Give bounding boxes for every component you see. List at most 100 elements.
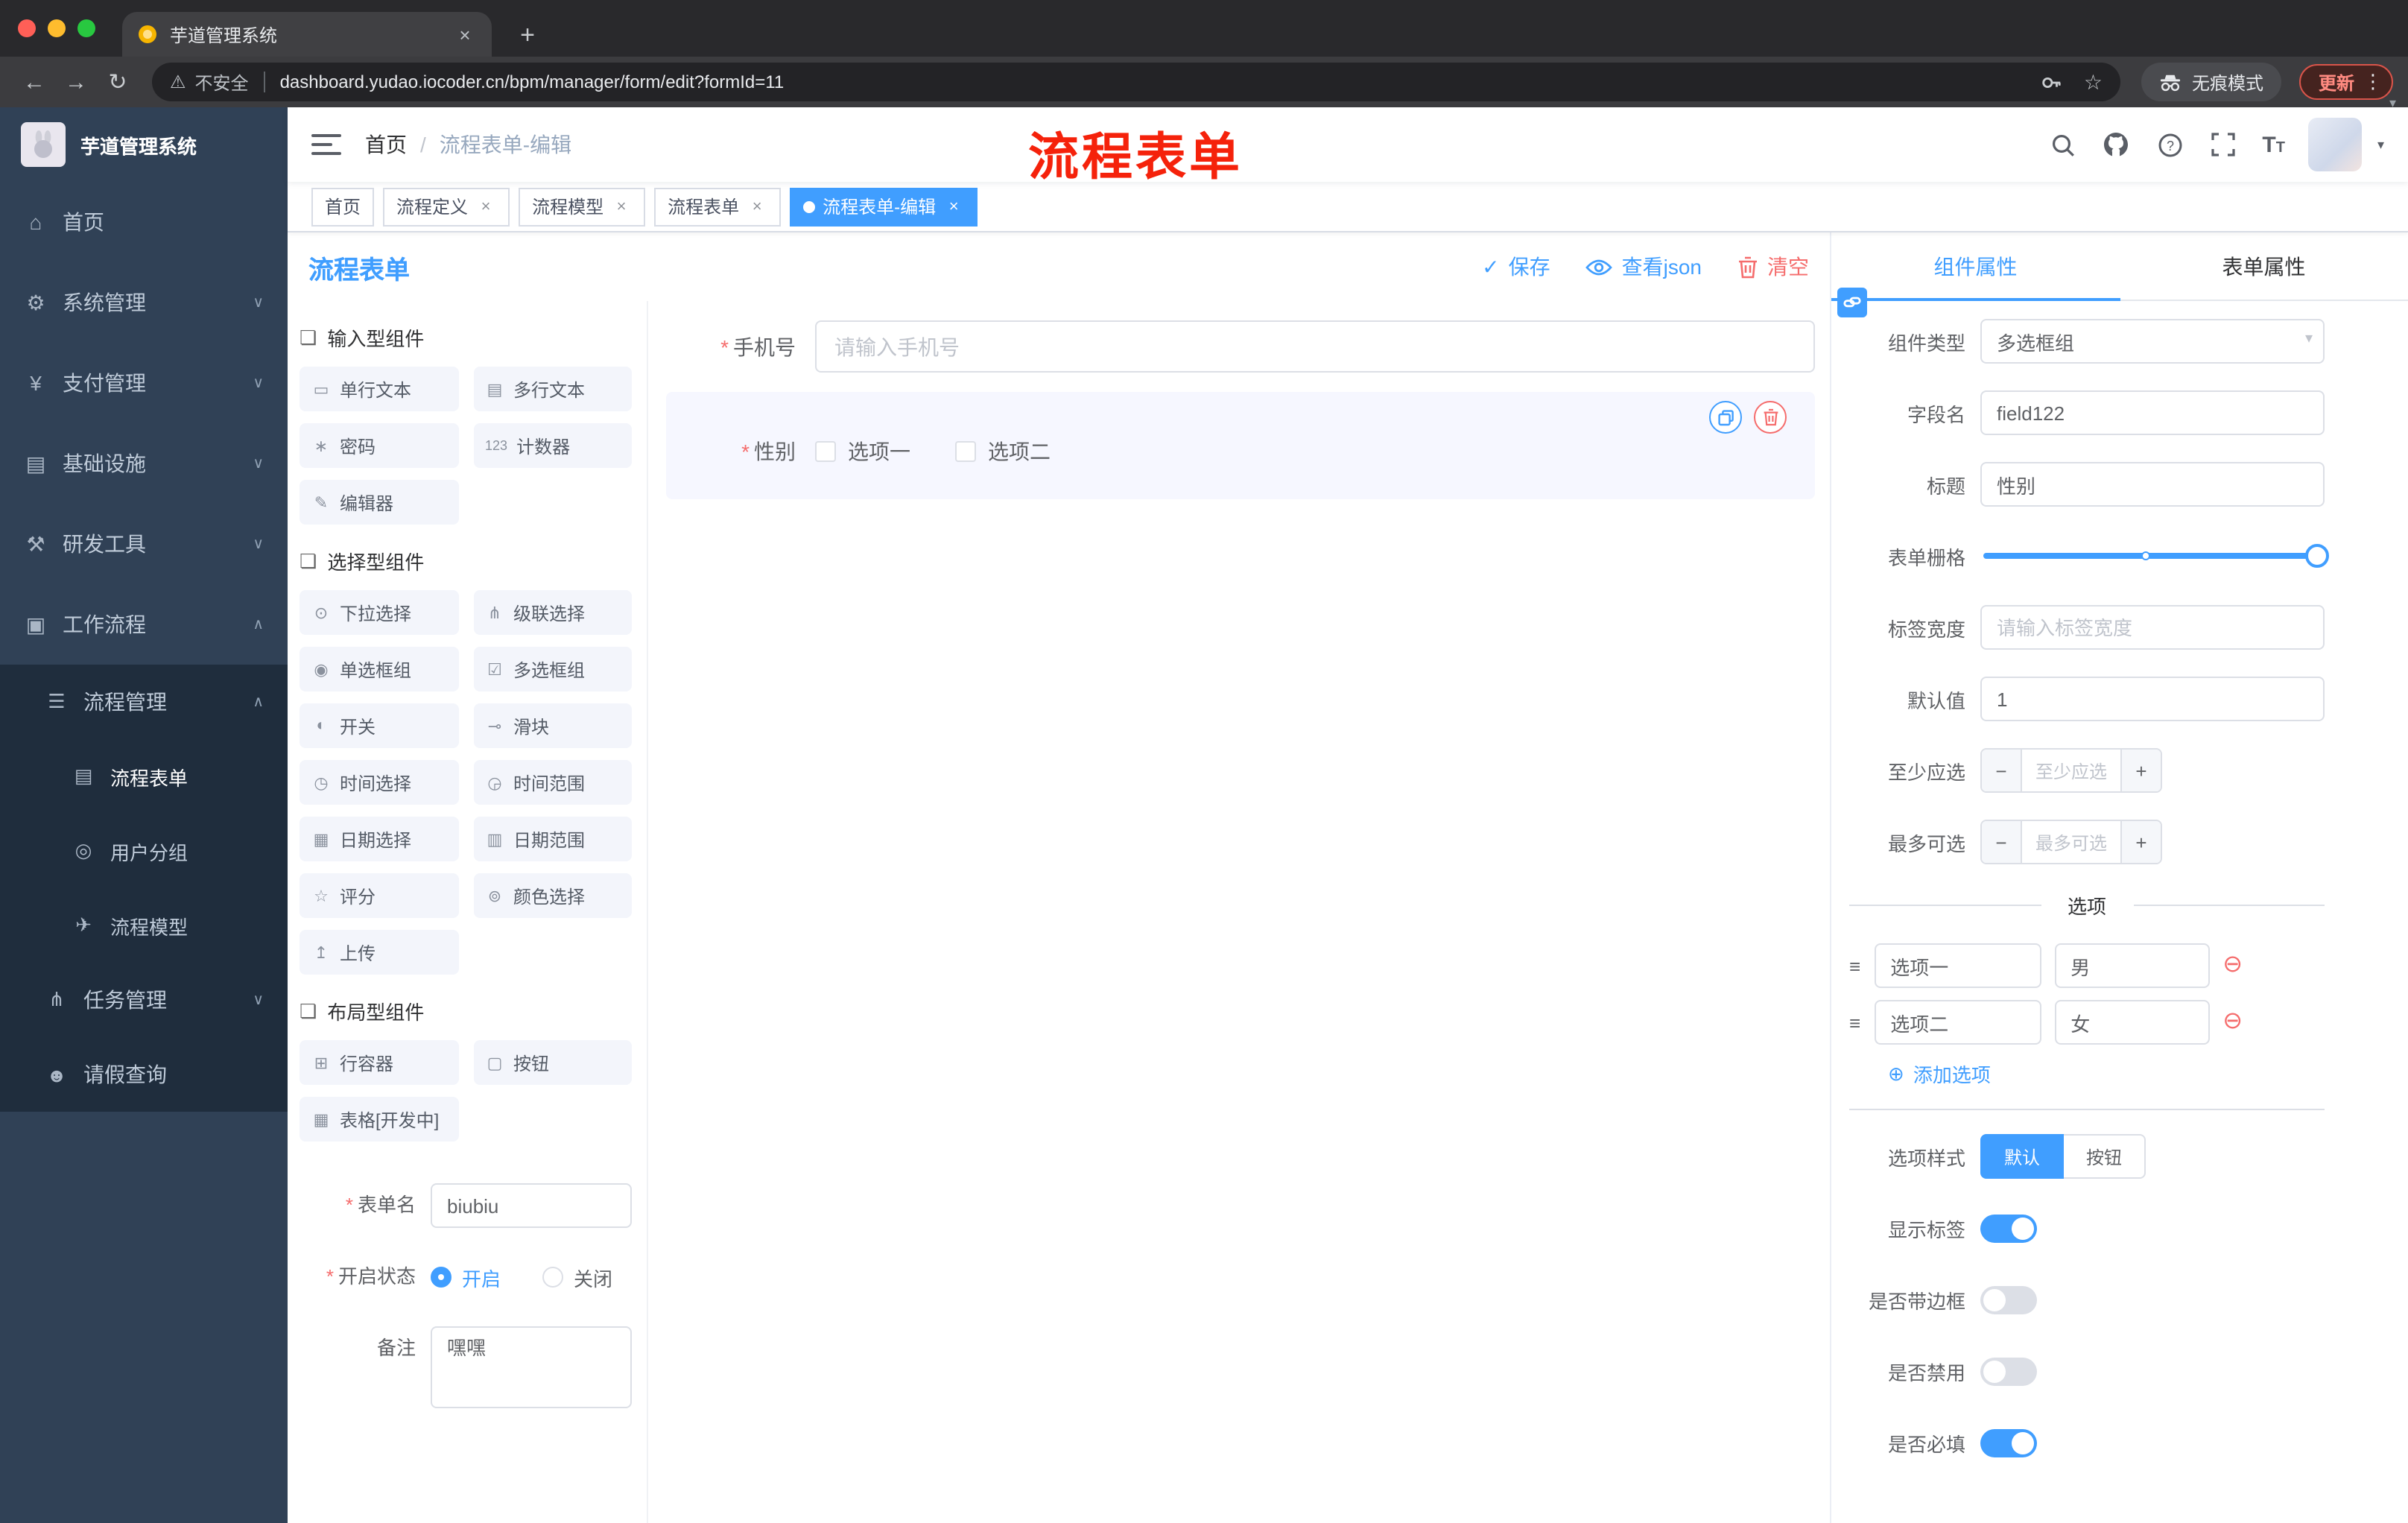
sidebar-item-task-manage[interactable]: ⋔ 任务管理 ∨ <box>0 963 288 1037</box>
back-button[interactable]: ← <box>15 63 54 101</box>
form-name-input[interactable] <box>431 1183 632 1228</box>
palette-item-single-text[interactable]: ▭ 单行文本 <box>300 367 458 411</box>
form-canvas[interactable]: *手机号 *性别 <box>648 301 1830 1523</box>
form-remark-textarea[interactable]: 嘿嘿 <box>431 1326 632 1408</box>
sidebar-item-process-model[interactable]: ✈ 流程模型 <box>0 888 288 963</box>
palette-item-date-range[interactable]: ▥ 日期范围 <box>473 817 632 861</box>
max-select-placeholder[interactable]: 最多可选 <box>2022 821 2120 863</box>
tag-close-icon[interactable]: × <box>475 196 496 217</box>
tab-component-props[interactable]: 组件属性 <box>1831 232 2120 301</box>
palette-item-time-range[interactable]: ◶ 时间范围 <box>473 760 632 805</box>
stepper-minus-button[interactable]: − <box>1982 821 2022 863</box>
phone-input[interactable] <box>815 320 1815 373</box>
minimize-window-button[interactable] <box>48 19 66 37</box>
slider-handle[interactable] <box>2305 544 2329 568</box>
tab-close-icon[interactable]: × <box>453 23 477 45</box>
palette-item-button[interactable]: ▢ 按钮 <box>473 1040 632 1085</box>
sidebar-item-leave-query[interactable]: ☻ 请假查询 <box>0 1037 288 1112</box>
sidebar-item-infra[interactable]: ▤ 基础设施 ∨ <box>0 423 288 504</box>
browser-menu-icon[interactable]: ⋮ <box>2363 70 2383 94</box>
toolbar-caret-icon[interactable]: ▾ <box>2389 95 2396 112</box>
tag-process-definition[interactable]: 流程定义 × <box>383 187 510 226</box>
sidebar-item-process-manage[interactable]: ☰ 流程管理 ∧ <box>0 665 288 739</box>
bookmark-star-icon[interactable]: ☆ <box>2084 69 2103 95</box>
forward-button[interactable]: → <box>57 63 95 101</box>
tag-process-model[interactable]: 流程模型 × <box>519 187 646 226</box>
palette-item-table[interactable]: ▦ 表格[开发中] <box>300 1097 458 1142</box>
phone-field[interactable]: * 手机号 <box>666 320 1815 373</box>
sidebar-item-home[interactable]: ⌂ 首页 <box>0 182 288 262</box>
option-2-value-input[interactable] <box>2054 1000 2210 1045</box>
close-window-button[interactable] <box>18 19 36 37</box>
label-width-input[interactable] <box>1980 605 2325 650</box>
field-name-input[interactable] <box>1980 390 2325 435</box>
help-icon[interactable]: ? <box>2155 130 2184 159</box>
password-key-icon[interactable] <box>2041 71 2063 93</box>
sidebar-item-user-group[interactable]: ◎ 用户分组 <box>0 814 288 888</box>
clear-button[interactable]: 清空 <box>1737 252 1809 282</box>
github-icon[interactable] <box>2101 130 2131 159</box>
default-value-input[interactable] <box>1980 677 2325 721</box>
sidebar-item-workflow[interactable]: ▣ 工作流程 ∧ <box>0 584 288 665</box>
palette-item-slider[interactable]: ⊸ 滑块 <box>473 703 632 748</box>
gender-field[interactable]: * 性别 选项一 选项二 <box>666 437 1797 466</box>
grid-slider[interactable] <box>1983 544 2329 568</box>
show-label-toggle[interactable] <box>1980 1214 2037 1242</box>
stepper-plus-button[interactable]: + <box>2120 750 2161 791</box>
copy-component-button[interactable] <box>1709 401 1742 434</box>
sidebar-item-devtools[interactable]: ⚒ 研发工具 ∨ <box>0 504 288 584</box>
title-input[interactable] <box>1980 462 2325 507</box>
palette-item-counter[interactable]: 123 计数器 <box>473 423 632 468</box>
fullscreen-icon[interactable] <box>2208 130 2238 159</box>
sidebar-collapse-icon[interactable] <box>311 130 341 159</box>
component-type-select[interactable]: 多选框组 ▾ <box>1980 319 2325 364</box>
palette-item-multi-text[interactable]: ▤ 多行文本 <box>473 367 632 411</box>
sidebar-item-payment[interactable]: ¥ 支付管理 ∨ <box>0 343 288 423</box>
palette-item-checkbox-group[interactable]: ☑ 多选框组 <box>473 647 632 691</box>
user-avatar[interactable] <box>2308 118 2363 171</box>
status-radio-off[interactable]: 关闭 <box>542 1263 612 1291</box>
sidebar-logo[interactable]: 芋道管理系统 <box>0 107 288 182</box>
palette-item-password[interactable]: ∗ 密码 <box>300 423 458 468</box>
link-chip-icon[interactable] <box>1837 288 1867 317</box>
reload-button[interactable]: ↻ <box>98 63 137 101</box>
option-1-label-input[interactable] <box>1874 943 2041 988</box>
search-icon[interactable] <box>2047 130 2077 159</box>
font-size-icon[interactable]: TT <box>2262 132 2285 157</box>
palette-item-color-picker[interactable]: ⊚ 颜色选择 <box>473 873 632 918</box>
sidebar-item-process-form[interactable]: ▤ 流程表单 <box>0 739 288 814</box>
remove-option-icon[interactable]: ⊖ <box>2222 953 2243 978</box>
checkbox-box[interactable] <box>955 441 976 462</box>
style-button-button[interactable]: 按钮 <box>2064 1134 2146 1179</box>
delete-component-button[interactable] <box>1754 401 1787 434</box>
tag-close-icon[interactable]: × <box>943 196 964 217</box>
address-bar[interactable]: ⚠ 不安全 dashboard.yudao.iocoder.cn/bpm/man… <box>152 63 2120 101</box>
palette-item-cascader[interactable]: ⋔ 级联选择 <box>473 590 632 635</box>
gender-option-1[interactable]: 选项一 <box>815 437 910 466</box>
palette-item-radio-group[interactable]: ◉ 单选框组 <box>300 647 458 691</box>
palette-item-editor[interactable]: ✎ 编辑器 <box>300 480 458 525</box>
save-button[interactable]: ✓ 保存 <box>1482 252 1550 282</box>
drag-handle-icon[interactable]: ≡ <box>1849 954 1860 977</box>
palette-item-date-picker[interactable]: ▦ 日期选择 <box>300 817 458 861</box>
tag-close-icon[interactable]: × <box>747 196 767 217</box>
sidebar-item-system[interactable]: ⚙ 系统管理 ∨ <box>0 262 288 343</box>
zoom-window-button[interactable] <box>77 19 95 37</box>
remove-option-icon[interactable]: ⊖ <box>2222 1010 2243 1034</box>
palette-item-rate[interactable]: ☆ 评分 <box>300 873 458 918</box>
browser-update-button[interactable]: 更新 ⋮ <box>2298 64 2393 100</box>
palette-item-upload[interactable]: ↥ 上传 <box>300 930 458 975</box>
tab-form-props[interactable]: 表单属性 <box>2120 232 2408 300</box>
stepper-plus-button[interactable]: + <box>2120 821 2161 863</box>
breadcrumb-home[interactable]: 首页 <box>365 130 407 159</box>
disabled-toggle[interactable] <box>1980 1357 2037 1385</box>
option-1-value-input[interactable] <box>2054 943 2210 988</box>
status-radio-on[interactable]: 开启 <box>431 1263 501 1291</box>
palette-item-switch[interactable]: ◐ 开关 <box>300 703 458 748</box>
palette-item-select[interactable]: ⊙ 下拉选择 <box>300 590 458 635</box>
view-json-button[interactable]: 查看json <box>1585 252 1702 282</box>
style-default-button[interactable]: 默认 <box>1980 1134 2065 1179</box>
required-toggle[interactable] <box>1980 1428 2037 1457</box>
selected-component-gender[interactable]: * 性别 选项一 选项二 <box>666 392 1815 499</box>
tag-home[interactable]: 首页 <box>311 187 375 226</box>
